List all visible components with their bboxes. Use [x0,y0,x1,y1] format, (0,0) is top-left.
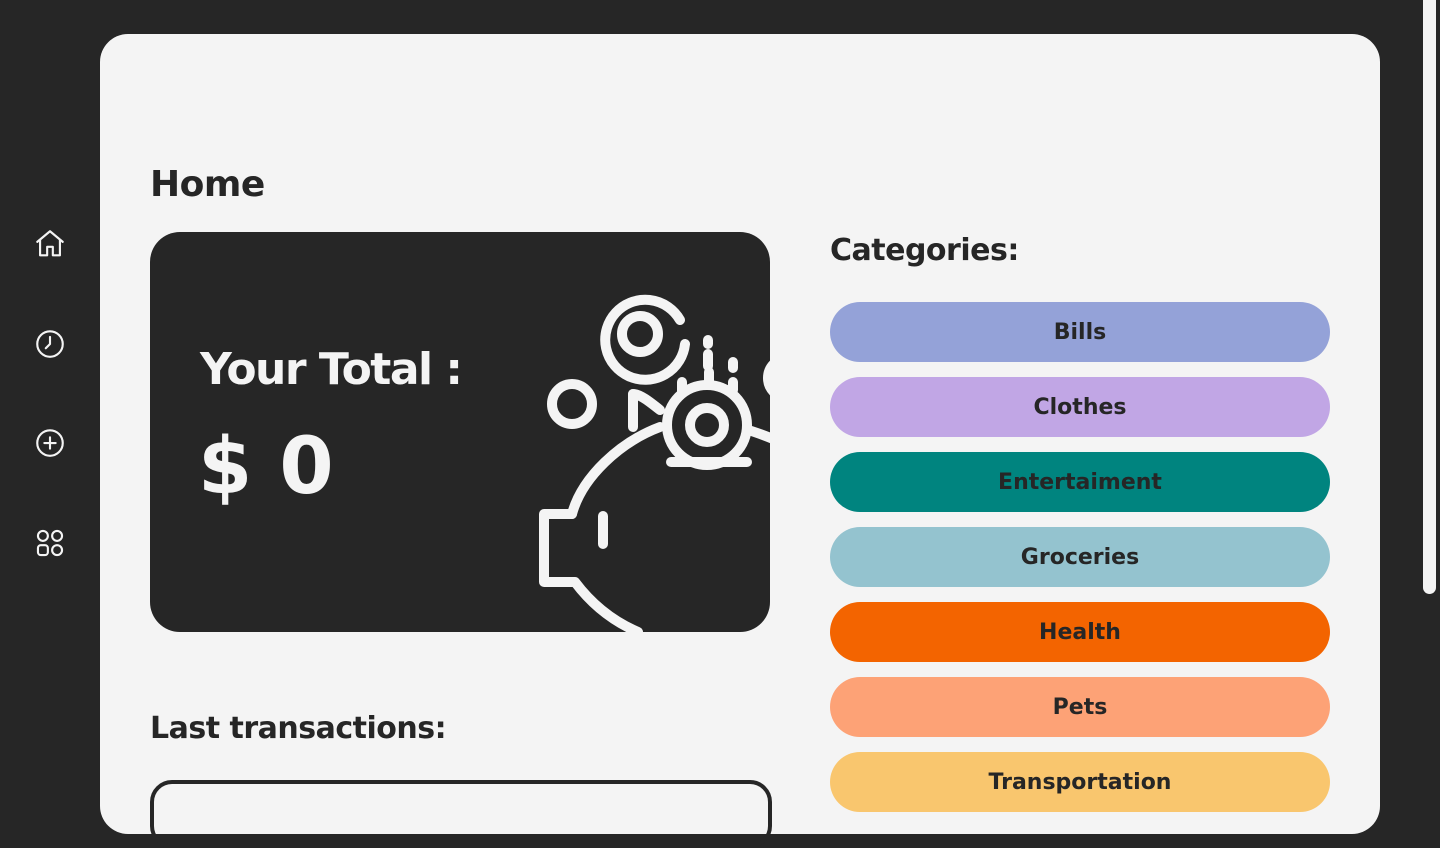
total-amount: $ 0 [198,422,334,512]
category-clothes[interactable]: Clothes [830,377,1330,437]
total-label: Your Total : [200,344,463,395]
nav-history-button[interactable] [30,324,70,364]
nav-add-button[interactable] [30,423,70,463]
category-pets[interactable]: Pets [830,677,1330,737]
grid-icon [36,529,64,557]
home-icon [36,230,64,257]
clock-icon [36,330,64,358]
category-groceries[interactable]: Groceries [830,527,1330,587]
category-transportation[interactable]: Transportation [830,752,1330,812]
scrollbar-thumb[interactable] [1423,0,1436,594]
page-title: Home [150,164,265,205]
plus-circle-icon [36,429,64,457]
category-bills[interactable]: Bills [830,302,1330,362]
categories-list: Bills Clothes Entertaiment Groceries Hea… [830,302,1330,827]
transactions-list [150,780,772,848]
nav-categories-button[interactable] [30,523,70,563]
transactions-title: Last transactions: [150,711,447,746]
total-card: Your Total : $ 0 [150,232,770,632]
categories-title: Categories: [830,233,1019,268]
category-entertainment[interactable]: Entertaiment [830,452,1330,512]
category-health[interactable]: Health [830,602,1330,662]
main-panel: Home Your Total : $ 0 Last transactions:… [100,34,1380,848]
piggy-bank-coins-icon [539,294,770,632]
sidebar [0,0,100,791]
nav-home-button[interactable] [30,224,70,264]
